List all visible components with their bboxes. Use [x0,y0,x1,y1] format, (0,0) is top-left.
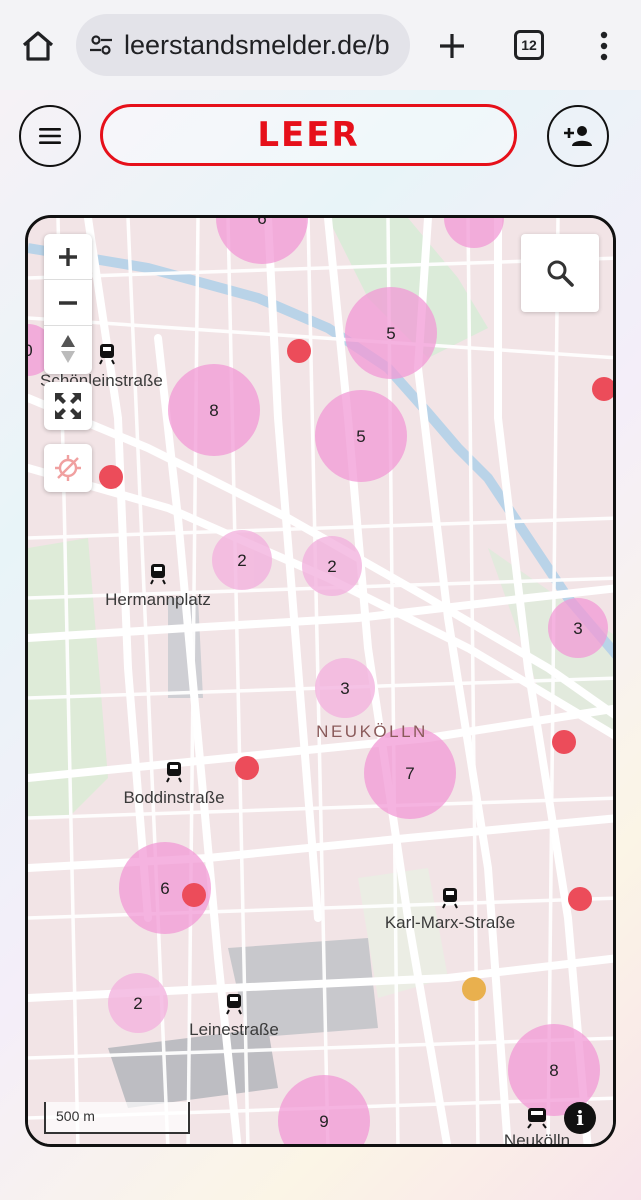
station-label: Boddinstraße [123,788,224,807]
plus-icon [59,247,77,266]
menu-button[interactable] [19,105,81,167]
cluster-count: 8 [549,1061,558,1080]
add-user-icon [564,126,592,146]
tab-switcher-button[interactable]: 12 [514,30,544,60]
geolocate-button[interactable] [44,444,92,492]
vacancy-marker[interactable] [235,756,259,780]
hamburger-icon [39,128,61,144]
cluster-count: 2 [237,551,246,570]
info-button[interactable]: i [564,1102,596,1134]
tab-count: 12 [521,37,537,53]
zoom-out-button[interactable] [44,280,92,326]
station-label: Hermannplatz [105,590,211,609]
site-settings-icon[interactable] [88,32,114,58]
vacancy-marker[interactable] [182,883,206,907]
more-options-icon[interactable] [590,26,618,66]
cluster-count: 6 [257,218,266,228]
cluster-count: 5 [386,324,395,343]
cluster-count: 6 [160,879,169,898]
vacancy-marker[interactable] [287,339,311,363]
cluster-count: 3 [340,679,349,698]
new-tab-icon[interactable] [432,26,472,66]
home-icon[interactable] [18,26,58,66]
station-label: Leinestraße [189,1020,279,1039]
minus-icon [59,300,77,305]
cluster-count: 5 [356,427,365,446]
scale-label: 500 m [56,1108,95,1124]
location-disabled-icon [55,455,81,481]
compass-button[interactable] [44,326,92,372]
cluster-count: 0 [28,341,33,360]
cluster-count: 7 [405,764,414,783]
vacancy-marker[interactable] [592,377,616,401]
add-user-button[interactable] [547,105,609,167]
map[interactable]: 6 5 8 5 2 2 3 3 7 6 2 8 9 0 Schönleinstr… [25,215,616,1147]
cluster-count: 2 [133,994,142,1013]
zoom-control [44,234,92,374]
cluster-count: 2 [327,557,336,576]
scale-bar: 500 m [44,1102,190,1134]
compass-icon [61,335,75,363]
vacancy-marker[interactable] [552,730,576,754]
station-label: Neukölln [504,1131,570,1147]
zoom-in-button[interactable] [44,234,92,280]
address-bar[interactable]: leerstandsmelder.de/b [76,14,410,76]
vacancy-marker-yellow[interactable] [462,977,486,1001]
map-search-button[interactable] [521,234,599,312]
cluster-count: 3 [573,619,582,638]
browser-toolbar: leerstandsmelder.de/b 12 [0,0,641,90]
vacancy-marker[interactable] [568,887,592,911]
logo-home-link[interactable]: LEER [100,104,517,166]
info-icon: i [576,1106,584,1130]
fullscreen-icon [55,393,81,419]
cluster-count: 9 [319,1112,328,1131]
search-icon [547,260,574,287]
url-text: leerstandsmelder.de/b [124,29,390,60]
station-label: Karl-Marx-Straße [385,913,515,932]
cluster-count: 8 [209,401,218,420]
fullscreen-button[interactable] [44,382,92,430]
map-canvas[interactable]: 6 5 8 5 2 2 3 3 7 6 2 8 9 0 Schönleinstr… [28,218,616,1147]
district-label: NEUKÖLLN [316,722,428,741]
logo: LEER [257,115,360,155]
vacancy-marker[interactable] [99,465,123,489]
